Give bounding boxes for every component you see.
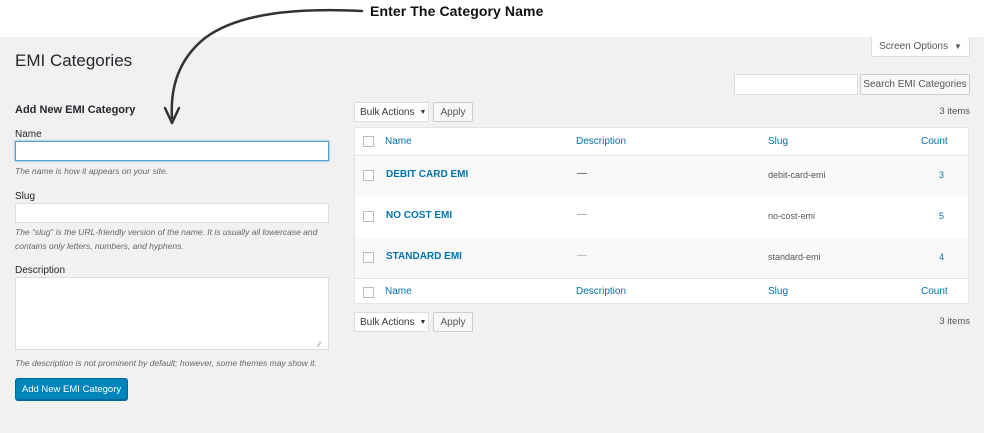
row-checkbox[interactable] [363,211,374,222]
bulk-actions-select-bottom[interactable]: Bulk Actions ▼ [354,312,429,332]
name-field[interactable] [15,141,329,161]
row-checkbox[interactable] [363,252,374,263]
search-button[interactable]: Search EMI Categories [860,74,970,95]
category-count-link[interactable]: 3 [939,170,944,180]
table-row: NO COST EMI — no-cost-emi 5 [355,197,968,238]
select-all-checkbox-footer[interactable] [363,287,374,298]
apply-button-top[interactable]: Apply [433,102,473,122]
items-count-top: 3 items [939,106,970,117]
table-header-row: Name Description Slug Count [355,128,968,156]
column-footer-slug[interactable]: Slug [768,286,788,297]
category-description: — [577,168,587,179]
category-count-link[interactable]: 4 [939,252,944,262]
category-name-link[interactable]: NO COST EMI [386,210,452,221]
column-header-count[interactable]: Count [921,136,948,147]
column-header-slug[interactable]: Slug [768,136,788,147]
description-label: Description [15,265,66,276]
column-header-name[interactable]: Name [385,136,412,147]
slug-help-text: The “slug” is the URL-friendly version o… [15,227,318,251]
slug-field[interactable] [15,203,329,223]
caret-down-icon: ▼ [419,108,427,116]
category-count-link[interactable]: 5 [939,211,944,221]
caret-down-icon: ▼ [954,42,962,51]
column-footer-count[interactable]: Count [921,286,948,297]
category-slug: debit-card-emi [768,170,826,180]
page-title: EMI Categories [15,51,133,70]
caret-down-icon: ▼ [419,318,427,326]
bulk-actions-select-top[interactable]: Bulk Actions ▼ [354,102,429,122]
category-name-link[interactable]: DEBIT CARD EMI [386,169,468,180]
screen-options-label: Screen Options [879,41,948,52]
form-title: Add New EMI Category [15,104,136,116]
add-category-button[interactable]: Add New EMI Category [15,378,128,400]
name-label: Name [15,129,42,140]
row-checkbox[interactable] [363,170,374,181]
bulk-actions-label: Bulk Actions [360,316,415,328]
bulk-actions-label: Bulk Actions [360,106,415,118]
search-input[interactable] [734,74,858,95]
screen-options-button[interactable]: Screen Options ▼ [871,37,970,57]
categories-table: Name Description Slug Count DEBIT CARD E… [354,127,969,304]
resize-handle-icon[interactable]: ∕∕ [318,340,321,349]
apply-button-bottom[interactable]: Apply [433,312,473,332]
items-count-bottom: 3 items [939,316,970,327]
table-row: DEBIT CARD EMI — debit-card-emi 3 [355,156,968,197]
annotation-callout: Enter The Category Name [370,3,544,19]
slug-label: Slug [15,191,36,202]
category-name-link[interactable]: STANDARD EMI [386,251,462,262]
category-description: — [577,250,587,261]
table-row: STANDARD EMI — standard-emi 4 [355,238,968,278]
select-all-checkbox[interactable] [363,136,374,147]
name-help-text: The name is how it appears on your site. [15,166,169,176]
table-footer-row: Name Description Slug Count [355,278,968,304]
category-slug: no-cost-emi [768,211,816,221]
column-footer-name[interactable]: Name [385,286,412,297]
column-footer-description[interactable]: Description [576,286,626,297]
category-slug: standard-emi [768,252,821,262]
column-header-description[interactable]: Description [576,136,626,147]
category-description: — [577,209,587,220]
description-field[interactable] [15,277,329,350]
description-help-text: The description is not prominent by defa… [15,358,317,368]
